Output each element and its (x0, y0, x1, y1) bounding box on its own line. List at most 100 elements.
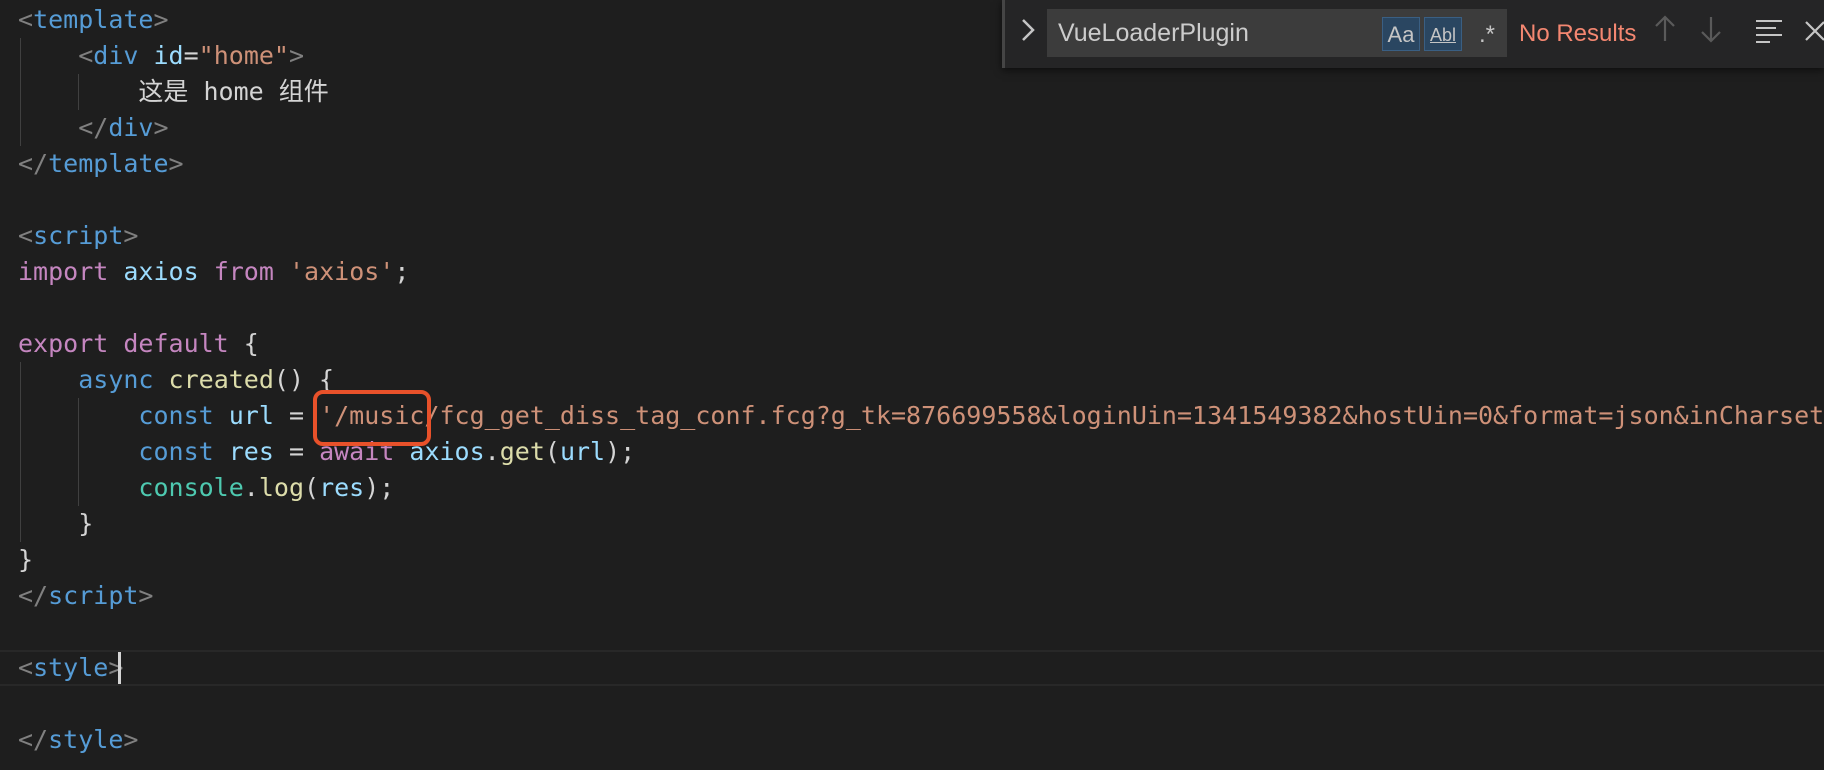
code-token: created (168, 365, 274, 394)
code-token: export (18, 329, 109, 358)
code-token: </ (78, 113, 109, 142)
code-token: const (138, 401, 214, 430)
code-token: "home" (198, 41, 289, 70)
code-token: </ (18, 725, 49, 754)
code-token: 'axios' (288, 257, 395, 286)
chevron-right-icon[interactable] (1013, 14, 1043, 54)
code-token: ; (394, 257, 410, 286)
code-line[interactable]: console.log(res); (18, 470, 394, 506)
code-token: ); (605, 437, 636, 466)
code-token: template (33, 5, 154, 34)
code-token: < (78, 41, 94, 70)
code-token: > (153, 113, 169, 142)
code-token: import (18, 257, 109, 286)
code-token: ( (304, 473, 320, 502)
code-token: log (258, 473, 304, 502)
code-token: from (213, 257, 274, 286)
code-token: get (499, 437, 545, 466)
code-token: div (93, 41, 139, 70)
annotation-highlight-box (313, 390, 431, 446)
code-line[interactable]: </script> (18, 578, 153, 614)
find-status: No Results (1519, 20, 1637, 47)
code-token: > (153, 5, 169, 34)
code-token: res (228, 437, 274, 466)
find-in-selection-icon[interactable] (1749, 14, 1789, 54)
match-case-button[interactable]: Aa (1382, 17, 1420, 51)
code-token: const (138, 437, 214, 466)
code-line[interactable]: <script> (18, 218, 138, 254)
code-token: ( (544, 437, 560, 466)
code-line[interactable]: <div id="home"> (18, 38, 304, 74)
code-line[interactable]: } (18, 506, 93, 542)
current-line-highlight (0, 650, 1824, 686)
code-token: script (33, 221, 124, 250)
code-line[interactable]: </template> (18, 146, 184, 182)
code-line[interactable]: async created() { (18, 362, 334, 398)
code-token: > (168, 149, 184, 178)
code-token: } (18, 509, 94, 538)
code-token: > (123, 221, 139, 250)
code-line[interactable]: const url = '/music/fcg_get_diss_tag_con… (18, 398, 1824, 434)
code-token: script (48, 581, 139, 610)
code-token: . (484, 437, 500, 466)
code-token: . (243, 473, 259, 502)
code-token: = (183, 41, 199, 70)
code-token: axios (123, 257, 199, 286)
code-token: url (559, 437, 606, 466)
find-input[interactable]: VueLoaderPlugin Aa Abl .* (1047, 9, 1507, 57)
code-token: default (123, 329, 229, 358)
code-token: > (123, 725, 139, 754)
code-token: > (138, 581, 154, 610)
code-line[interactable]: </style> (18, 722, 138, 758)
code-token: div (108, 113, 154, 142)
close-icon[interactable] (1795, 14, 1824, 54)
regex-button[interactable]: .* (1468, 17, 1506, 51)
code-token: < (18, 221, 34, 250)
code-token: </ (18, 149, 49, 178)
code-line[interactable]: export default { (18, 326, 259, 362)
code-token: < (18, 5, 34, 34)
code-token: { (228, 329, 259, 358)
code-token: async (78, 365, 154, 394)
code-line[interactable]: <style> (18, 650, 123, 686)
text-cursor (118, 652, 121, 684)
code-editor[interactable]: <template> <div id="home"> 这是 home 组件 </… (0, 0, 1824, 770)
code-token: '/music/fcg_get_diss_tag_conf.fcg?g_tk=8… (319, 401, 1824, 430)
code-token: style (48, 725, 124, 754)
code-line[interactable]: } (18, 542, 33, 578)
code-line[interactable]: </div> (18, 110, 169, 146)
code-token: < (18, 653, 34, 682)
find-query[interactable]: VueLoaderPlugin (1058, 10, 1249, 56)
code-token: style (33, 653, 109, 682)
find-widget: VueLoaderPlugin Aa Abl .* No Results (1002, 0, 1824, 68)
code-token: id (153, 41, 184, 70)
code-token: = (273, 437, 320, 466)
code-token: > (288, 41, 305, 70)
code-token: </ (18, 581, 49, 610)
code-token: ); (364, 473, 395, 502)
code-token: > (108, 653, 124, 682)
code-line[interactable]: <template> (18, 2, 169, 38)
code-token: template (48, 149, 169, 178)
arrow-down-icon[interactable] (1691, 14, 1731, 54)
code-token: res (319, 473, 365, 502)
code-token: url (228, 401, 274, 430)
match-whole-word-button[interactable]: Abl (1424, 17, 1462, 51)
arrow-up-icon[interactable] (1645, 14, 1685, 54)
code-line[interactable]: import axios from 'axios'; (18, 254, 409, 290)
code-line[interactable]: 这是 home 组件 (18, 74, 328, 110)
